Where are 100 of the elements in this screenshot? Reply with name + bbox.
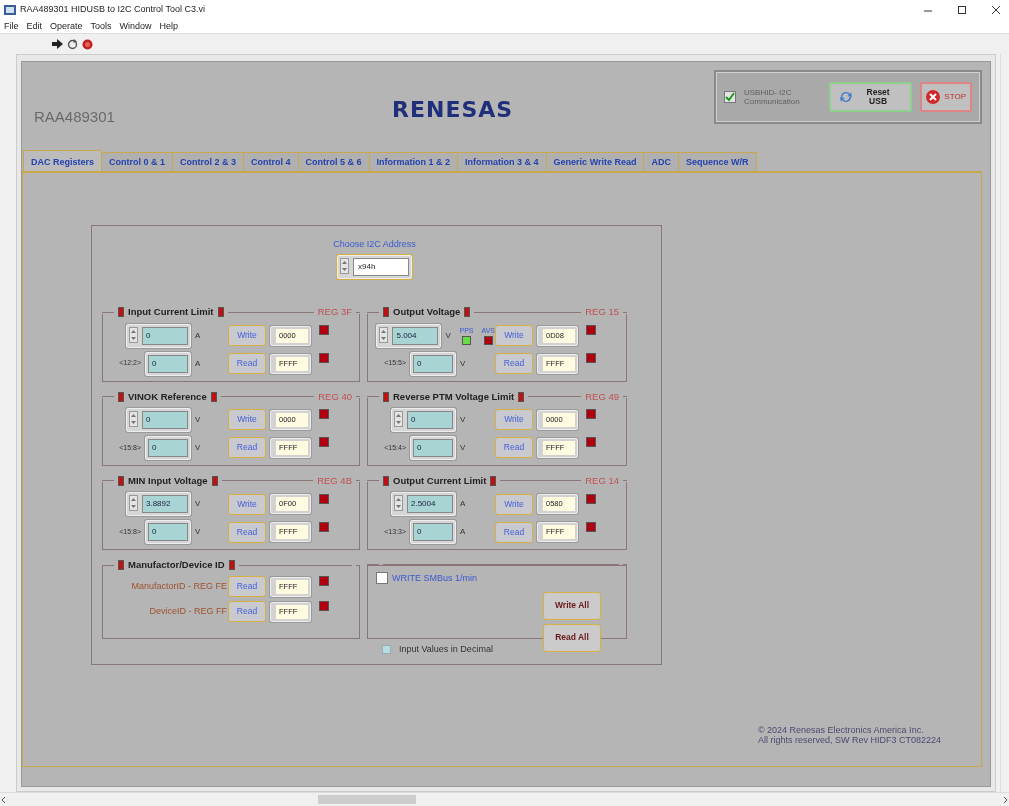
status-led-icon: [319, 521, 329, 532]
menu-item[interactable]: File: [4, 19, 19, 34]
button[interactable]: Write: [228, 325, 266, 347]
tab[interactable]: Control 0 & 1: [102, 152, 174, 171]
button[interactable]: Read: [228, 521, 266, 543]
part-number: RAA489301: [34, 106, 116, 127]
unit-label: V: [460, 441, 467, 454]
indicator-icon: [383, 391, 389, 402]
scroll-left-icon[interactable]: [0, 795, 8, 804]
group-title: Output Voltage: [393, 305, 461, 320]
status-led-icon: [319, 437, 329, 448]
button[interactable]: Read: [228, 576, 266, 598]
indicator-icon: [217, 307, 224, 318]
status-led-icon: [586, 521, 596, 532]
indicator-icon: [518, 391, 525, 402]
indicator-icon: [118, 560, 124, 571]
status-led-icon: [319, 409, 329, 420]
number-spinner[interactable]: 2.5004: [391, 492, 456, 517]
indicator-icon: [228, 560, 235, 571]
register-label: REG 15: [585, 305, 619, 320]
number-spinner[interactable]: 3.8892: [126, 492, 191, 517]
tab[interactable]: ADC: [644, 152, 679, 171]
button[interactable]: Write: [495, 493, 533, 515]
unit-label: V: [460, 413, 467, 426]
field-label: Choose I2C Address: [333, 237, 416, 251]
status-led-icon: [319, 493, 329, 504]
close-icon[interactable]: [991, 5, 1001, 15]
checkbox-label: WRITE SMBus 1/min: [392, 572, 477, 586]
register-label: REG 14: [585, 473, 619, 488]
unit-label: V: [195, 498, 202, 511]
tab[interactable]: Information 1 & 2: [369, 152, 459, 171]
register-label: REG 49: [585, 389, 619, 404]
scrollbar-thumb[interactable]: [318, 795, 416, 804]
address-spinner[interactable]: x94h: [337, 255, 412, 280]
indicator-icon: [490, 475, 497, 486]
value-display: 0: [410, 520, 456, 545]
button[interactable]: Read: [228, 601, 266, 623]
group-title: Output Current Limit: [393, 473, 487, 488]
status-led-icon: [319, 601, 329, 612]
register-label: REG 3F: [317, 305, 352, 320]
register-label: DeviceID - REG FF: [148, 605, 227, 619]
app-icon: [4, 5, 16, 15]
menu-item[interactable]: Help: [159, 19, 179, 34]
reset-usb-button[interactable]: Reset USB: [829, 82, 913, 112]
spin-arrows-icon: [129, 410, 138, 427]
menu-item[interactable]: Tools: [90, 19, 112, 34]
menu-item[interactable]: Operate: [50, 19, 83, 34]
button[interactable]: Write: [228, 409, 266, 431]
run-continuously-icon[interactable]: [67, 38, 78, 50]
button[interactable]: Write All: [543, 591, 601, 620]
tab[interactable]: Control 4: [244, 152, 299, 171]
unit-label: V: [460, 357, 467, 370]
button[interactable]: Write: [495, 325, 533, 347]
scroll-right-icon[interactable]: [1001, 795, 1009, 804]
button[interactable]: Read: [495, 521, 533, 543]
group-title: MIN Input Voltage: [128, 473, 208, 488]
button[interactable]: Read: [495, 437, 533, 459]
stop-icon[interactable]: [82, 38, 93, 50]
checkbox[interactable]: [382, 645, 391, 655]
group-title: Manufactor/Device ID: [128, 558, 225, 573]
logo: RENESAS: [392, 95, 514, 124]
spin-arrows-icon: [129, 495, 138, 512]
value-display: 0: [145, 435, 191, 460]
number-spinner[interactable]: 0: [126, 407, 191, 432]
button[interactable]: Write: [228, 493, 266, 515]
indicator-icon: [118, 391, 124, 402]
tab[interactable]: Generic Write Read: [546, 152, 645, 171]
checkbox-label: USBHID- I2C Communication: [744, 87, 801, 107]
spin-arrows-icon: [394, 495, 403, 512]
value-display: 0: [410, 351, 456, 376]
tab[interactable]: Sequence W/R: [679, 152, 757, 171]
status-led-icon: [586, 493, 596, 504]
button[interactable]: Read All: [543, 623, 601, 652]
tab[interactable]: Control 2 & 3: [173, 152, 245, 171]
value-display: 0: [410, 435, 456, 460]
menu-item[interactable]: Edit: [26, 19, 43, 34]
unit-label: V: [195, 441, 202, 454]
checkbox[interactable]: [376, 572, 388, 585]
menu-item[interactable]: Window: [119, 19, 152, 34]
spin-arrows-icon: [394, 410, 403, 427]
button[interactable]: Read: [228, 353, 266, 375]
tab[interactable]: DAC Registers: [23, 150, 103, 171]
indicator-icon: [118, 475, 124, 486]
run-arrow-icon[interactable]: [52, 39, 63, 49]
button[interactable]: Read: [228, 437, 266, 459]
stop-button[interactable]: STOP: [920, 82, 972, 112]
tab[interactable]: Information 3 & 4: [458, 152, 547, 171]
number-spinner[interactable]: 0: [126, 323, 191, 348]
tab[interactable]: Control 5 & 6: [298, 152, 370, 171]
register-label: REG 40: [318, 389, 352, 404]
button[interactable]: Read: [495, 353, 533, 375]
number-spinner[interactable]: 0: [391, 407, 456, 432]
number-spinner[interactable]: 5.004: [376, 323, 442, 348]
maximize-icon[interactable]: [957, 5, 967, 15]
status-led-icon: [586, 353, 596, 364]
unit-label: A: [195, 357, 202, 370]
group-title: VINOK Reference: [128, 389, 207, 404]
button[interactable]: Write: [495, 409, 533, 431]
unit-label: V: [195, 526, 202, 539]
status-led-icon: [586, 409, 596, 420]
